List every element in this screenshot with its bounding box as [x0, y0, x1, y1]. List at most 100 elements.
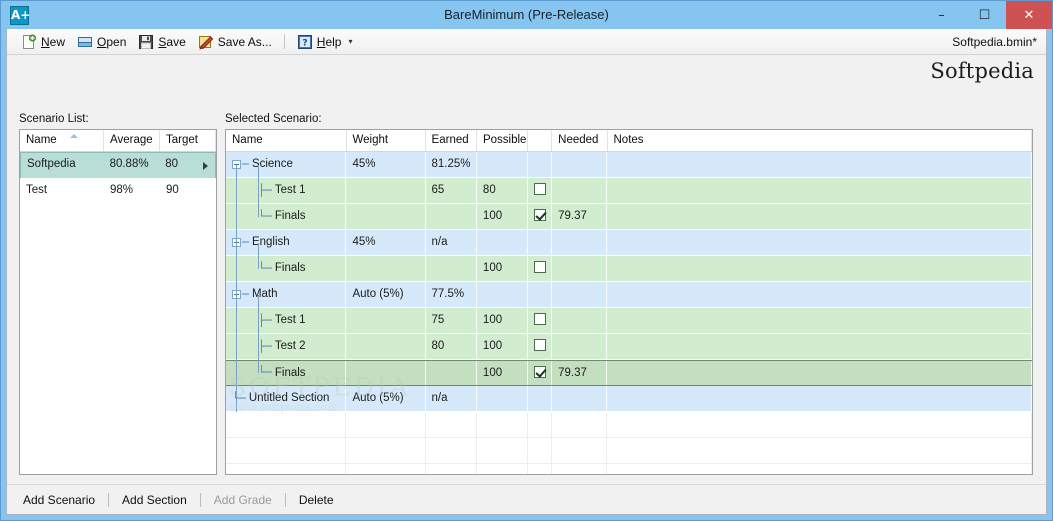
grade-row[interactable]: ─ English 45% n/a — [226, 230, 1032, 256]
save-as-button-label: Save As... — [217, 34, 272, 49]
scenario-row[interactable]: Softpedia 80.88% 80 — [20, 152, 216, 178]
action-separator — [199, 492, 201, 507]
grade-cell-checkbox[interactable] — [528, 178, 553, 203]
brand-banner: Softpedia — [7, 55, 1046, 88]
grade-col-header-name[interactable]: Name — [226, 130, 347, 151]
grade-cell-possible: 100 — [477, 334, 529, 359]
grade-cell-checkbox[interactable] — [528, 204, 553, 229]
grid-empty-row — [226, 412, 1032, 438]
grade-row[interactable]: └─ Finals 100 79.37 — [226, 204, 1032, 230]
checkbox-unchecked-icon[interactable] — [534, 260, 547, 273]
grade-cell-checkbox — [528, 282, 553, 307]
tree-trunk-line — [236, 165, 237, 412]
grade-row[interactable]: ─ Science 45% 81.25% — [226, 152, 1032, 178]
grade-col-header-possible[interactable]: Possible — [477, 130, 529, 151]
scenario-list-grid[interactable]: Name Average Target Softpedia 80.88% 80 Test 9… — [19, 129, 217, 475]
maximize-button[interactable]: ☐ — [963, 1, 1006, 29]
grade-cell-checkbox — [528, 230, 553, 255]
grade-col-header-check[interactable] — [528, 130, 553, 151]
row-expand-arrow-icon[interactable] — [203, 161, 208, 170]
save-button[interactable]: Save — [132, 31, 191, 53]
grade-cell-weight — [346, 204, 426, 229]
open-folder-icon — [77, 34, 93, 50]
grade-cell-notes — [607, 412, 1032, 437]
svg-text:?: ? — [302, 38, 307, 48]
chevron-down-icon[interactable]: ▾ — [348, 37, 352, 46]
grade-col-header-needed[interactable]: Needed — [552, 130, 608, 151]
scenario-col-header-target[interactable]: Target — [160, 130, 216, 151]
grade-row[interactable]: ─ Math Auto (5%) 77.5% — [226, 282, 1032, 308]
grade-cell-checkbox[interactable] — [528, 308, 553, 333]
new-button[interactable]: New — [15, 31, 71, 53]
grade-row[interactable]: └─ Untitled Section Auto (5%) n/a — [226, 386, 1032, 412]
grade-row[interactable]: ├─ Test 2 80 100 — [226, 334, 1032, 360]
grade-row[interactable]: └─ Finals 100 — [226, 256, 1032, 282]
grade-cell-possible: 80 — [477, 178, 529, 203]
grade-cell-name: ├─ Test 1 — [226, 308, 347, 333]
grade-name-label: Finals — [274, 210, 306, 222]
tree-connector-icon: ├─ — [258, 312, 272, 327]
grade-cell-earned — [426, 256, 477, 281]
checkbox-checked-icon[interactable] — [534, 365, 547, 378]
grade-cell-weight — [346, 334, 426, 359]
scenario-cell-average: 80.88% — [109, 158, 149, 170]
scenario-list-rows: Softpedia 80.88% 80 Test 98% 90 — [20, 152, 216, 204]
grade-row[interactable]: ├─ Test 1 75 100 — [226, 308, 1032, 334]
checkbox-unchecked-icon[interactable] — [534, 338, 547, 351]
grade-cell-checkbox — [528, 438, 553, 463]
grade-col-header-weight[interactable]: Weight — [347, 130, 426, 151]
grade-name-label: Finals — [274, 367, 306, 379]
grade-name-label: Finals — [274, 262, 306, 274]
grade-cell-name: ├─ Test 1 — [226, 178, 347, 203]
grade-cell-name — [226, 464, 347, 474]
grade-col-header-notes[interactable]: Notes — [608, 130, 1032, 151]
open-button-label: Open — [97, 34, 127, 49]
grade-cell-checkbox[interactable] — [528, 361, 553, 385]
scenario-col-header-average[interactable]: Average — [104, 130, 160, 151]
selected-scenario-grid[interactable]: Name Weight Earned Possible Needed Notes ─ Sci… — [225, 129, 1033, 475]
action-delete[interactable]: Delete — [295, 493, 338, 507]
save-as-button[interactable]: Save As... — [192, 31, 278, 53]
grade-row[interactable]: └─ Finals 100 79.37 — [226, 360, 1032, 386]
checkbox-checked-icon[interactable] — [534, 208, 547, 221]
grade-cell-checkbox[interactable] — [528, 256, 553, 281]
grade-cell-name: ─ Math — [226, 282, 347, 307]
grade-cell-name — [226, 412, 347, 437]
selected-scenario-rows: ─ Science 45% 81.25% ├─ Test 1 65 80 └─ Finals 100… — [226, 152, 1032, 474]
scenario-col-header-name[interactable]: Name — [20, 130, 104, 151]
close-button[interactable]: ✕ — [1006, 1, 1052, 29]
grade-cell-possible: 100 — [477, 308, 529, 333]
scenario-list-header: Name Average Target — [20, 130, 216, 152]
grade-cell-weight — [346, 412, 426, 437]
grade-cell-weight — [346, 178, 426, 203]
grade-cell-name: ─ English — [226, 230, 347, 255]
grid-empty-row — [226, 438, 1032, 464]
grade-row[interactable]: ├─ Test 1 65 80 — [226, 178, 1032, 204]
action-add-scenario[interactable]: Add Scenario — [19, 493, 99, 507]
grade-cell-possible: 100 — [477, 361, 529, 385]
grade-cell-notes — [607, 438, 1032, 463]
scenario-list-label: Scenario List: — [19, 113, 89, 125]
grade-cell-weight: Auto (5%) — [346, 386, 426, 411]
help-button-label: Help — [316, 34, 342, 49]
grade-cell-possible — [477, 152, 529, 177]
grade-cell-earned: 81.25% — [426, 152, 477, 177]
grade-cell-checkbox[interactable] — [528, 334, 553, 359]
help-button[interactable]: ? Help ▾ — [291, 31, 359, 53]
grade-cell-needed — [552, 282, 608, 307]
grade-cell-needed — [552, 230, 608, 255]
brand-text: Softpedia — [930, 59, 1034, 83]
checkbox-unchecked-icon[interactable] — [534, 312, 547, 325]
grade-col-header-earned[interactable]: Earned — [426, 130, 477, 151]
new-document-icon — [21, 34, 37, 50]
minimize-button[interactable]: – — [920, 1, 963, 29]
tree-connector-icon: ├─ — [258, 338, 272, 353]
app-window: A+ BareMinimum (Pre-Release) – ☐ ✕ New O… — [0, 0, 1053, 521]
checkbox-unchecked-icon[interactable] — [534, 182, 547, 195]
grade-cell-possible: 100 — [477, 204, 529, 229]
open-button[interactable]: Open — [71, 31, 132, 53]
grade-cell-possible — [477, 412, 529, 437]
grade-cell-checkbox — [528, 386, 553, 411]
action-add-section[interactable]: Add Section — [118, 493, 191, 507]
scenario-row[interactable]: Test 98% 90 — [20, 178, 216, 204]
